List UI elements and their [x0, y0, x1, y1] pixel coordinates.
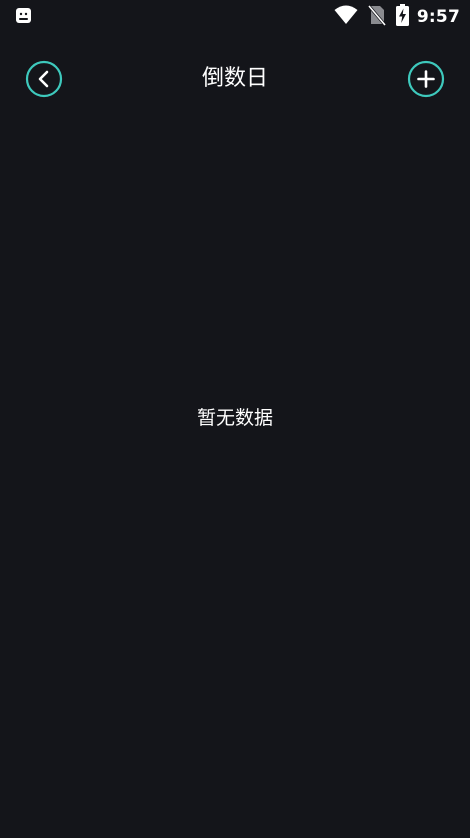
- plus-icon: [407, 60, 445, 98]
- page-title: 倒数日: [201, 66, 268, 91]
- add-button[interactable]: [407, 60, 445, 98]
- countdown-screen: 9:57 倒数日 暂无数据: [0, 0, 470, 838]
- empty-state-text: 暂无数据: [196, 407, 273, 429]
- app-notification-icon: [15, 7, 32, 24]
- status-bar: 9:57: [0, 0, 470, 34]
- battery-charging-icon: [395, 4, 409, 30]
- no-sim-icon: [367, 4, 387, 30]
- status-time: 9:57: [416, 7, 460, 27]
- wifi-icon: [334, 5, 358, 29]
- header: 倒数日: [0, 55, 470, 103]
- status-icons: 9:57: [334, 4, 460, 30]
